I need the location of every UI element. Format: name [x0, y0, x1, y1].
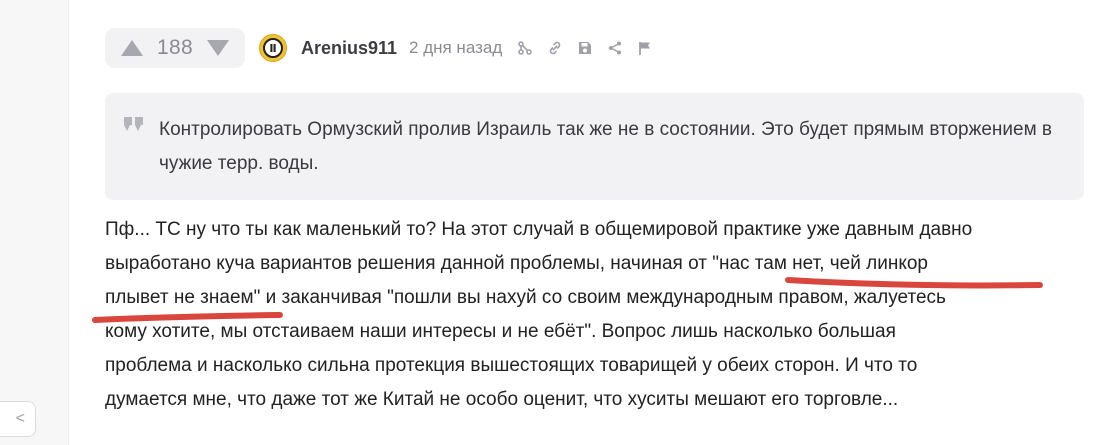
comment-time[interactable]: 2 дня назад	[409, 38, 502, 58]
link-icon[interactable]	[542, 35, 568, 61]
quote-text: Контролировать Ормузский пролив Израиль …	[159, 119, 1052, 174]
comment-header: 188 Ⅱ Arenius911 2 дня назад	[105, 28, 662, 68]
avatar[interactable]: Ⅱ	[258, 34, 287, 62]
comment-line: думается мне, что даже тот же Китай не о…	[105, 389, 899, 410]
save-icon[interactable]	[572, 35, 598, 61]
branch-icon[interactable]	[512, 35, 538, 61]
rating-control: 188	[105, 28, 245, 68]
avatar-logo-icon: Ⅱ	[262, 38, 283, 58]
arrow-up-icon	[121, 40, 143, 56]
comment-line: плывет не знаем" и заканчивая "пошли вы …	[105, 287, 946, 308]
collapse-sidebar-button[interactable]: <	[0, 401, 36, 437]
share-icon[interactable]	[602, 35, 628, 61]
comment-line: проблема и насколько сильна протекция вы…	[105, 355, 918, 376]
comment-body: Пф... ТС ну что ты как маленький то? На …	[105, 213, 1065, 417]
author-name[interactable]: Arenius911	[301, 38, 397, 59]
upvote-button[interactable]	[119, 37, 145, 59]
comment-line: выработано куча вариантов решения данной…	[105, 253, 928, 274]
quote-icon	[124, 117, 143, 131]
arrow-down-icon	[206, 40, 229, 56]
chevron-left-icon: <	[15, 410, 25, 427]
quote-block: Контролировать Ормузский пролив Израиль …	[105, 93, 1084, 200]
left-sidebar	[0, 0, 69, 445]
report-flag-icon[interactable]	[632, 35, 658, 61]
downvote-button[interactable]	[205, 37, 231, 59]
comment-line: Пф... ТС ну что ты как маленький то? На …	[105, 219, 973, 240]
rating-value: 188	[157, 36, 193, 59]
comment-line: кому хотите, мы отстаиваем наши интересы…	[105, 321, 896, 342]
